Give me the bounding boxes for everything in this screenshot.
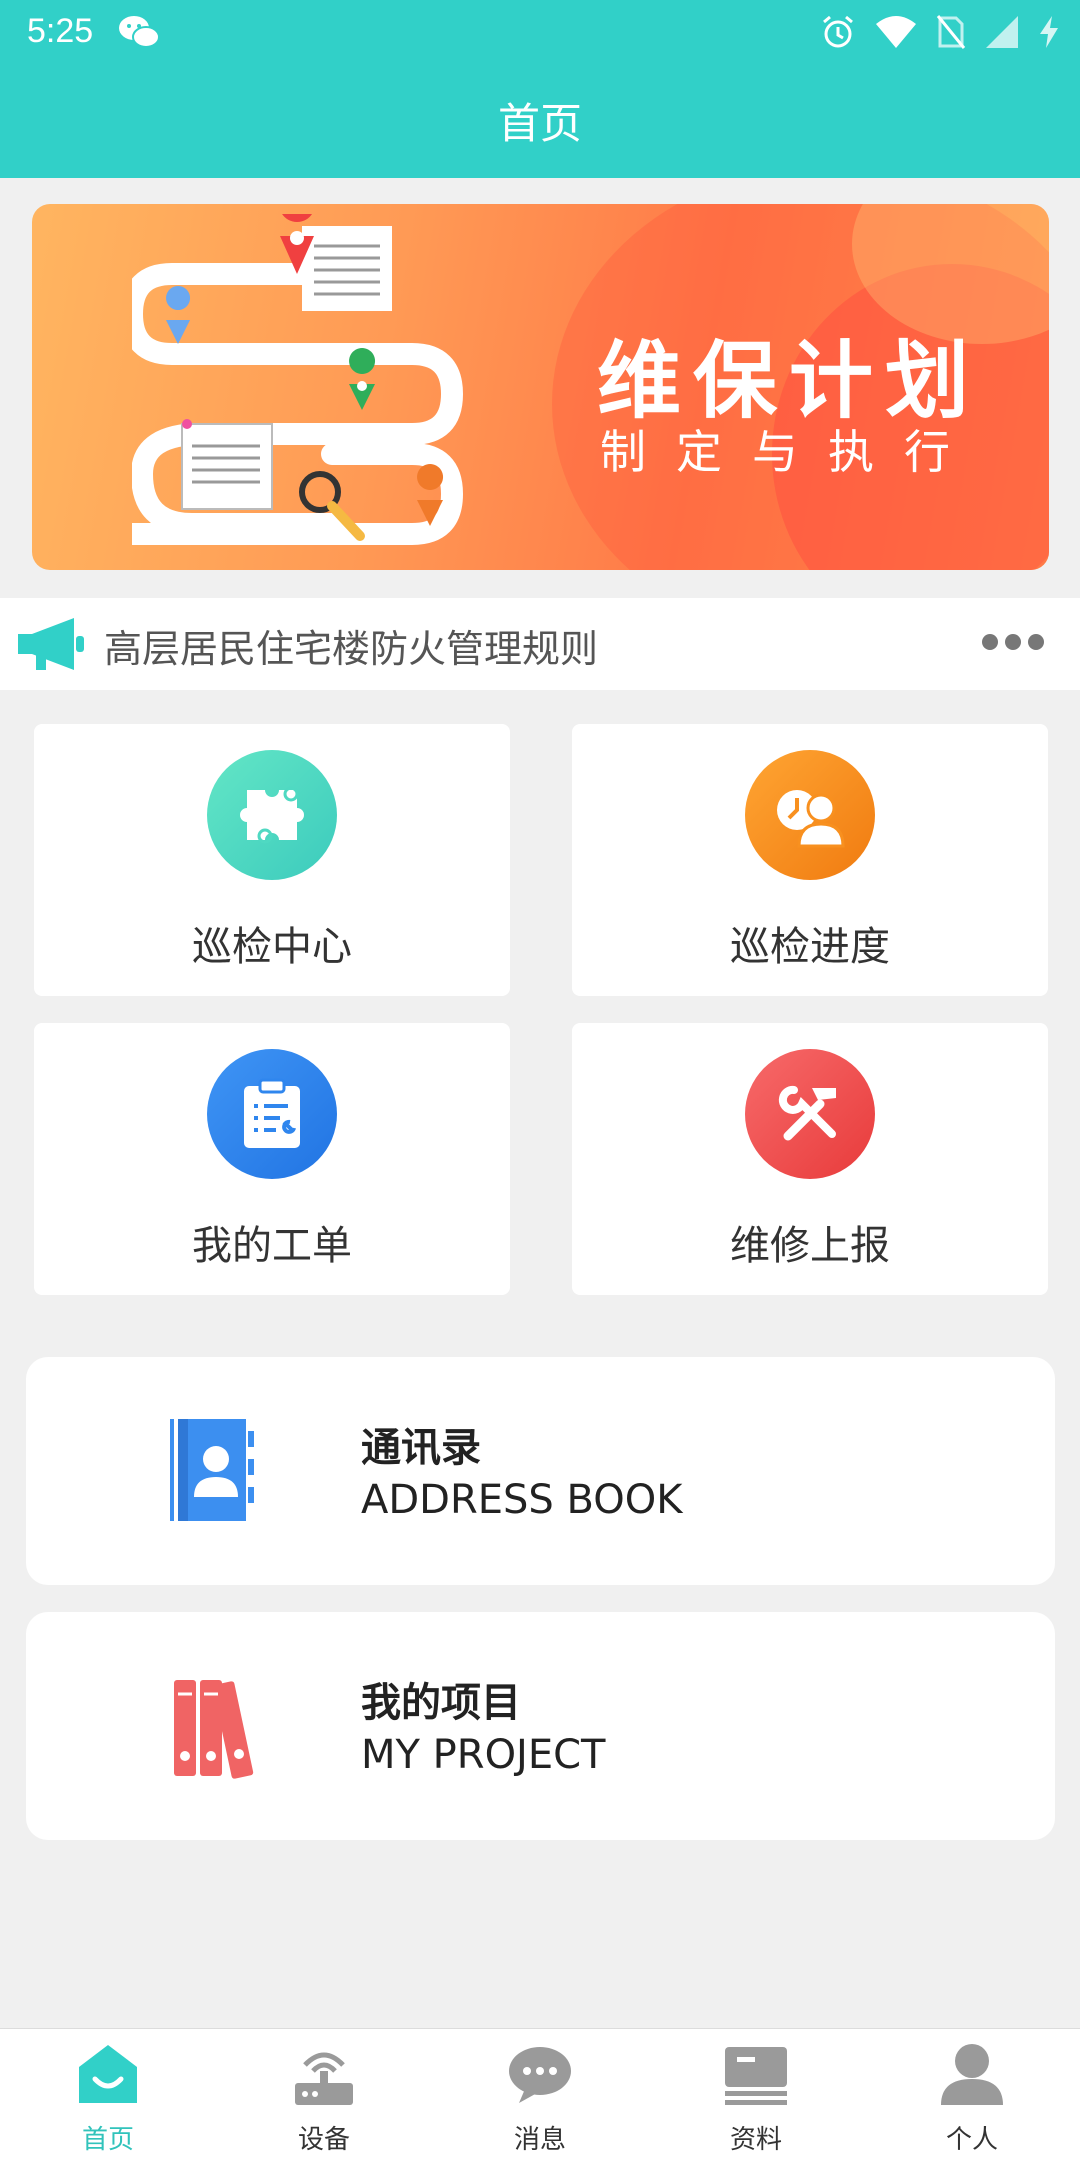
address-book-title: 通讯录 (361, 1425, 481, 1471)
megaphone-icon (18, 618, 84, 670)
tab-label: 个人 (945, 2125, 998, 2155)
status-time: 5:25 (27, 12, 94, 50)
home-icon (79, 2045, 137, 2103)
tab-profile[interactable]: 个人 (864, 2029, 1080, 2160)
device-icon (295, 2052, 353, 2105)
address-book-icon (170, 1419, 254, 1521)
banner-subtitle: 制定与执行 (600, 425, 980, 479)
puzzle-icon (207, 750, 337, 880)
status-icons (820, 12, 1060, 52)
alarm-icon (823, 15, 853, 48)
grid-item-label: 我的工单 (192, 1223, 352, 1269)
message-icon (509, 2047, 571, 2103)
notice-bar[interactable]: 高层居民住宅楼防火管理规则 (0, 598, 1080, 690)
grid-item-label: 巡检中心 (192, 924, 352, 970)
grid-item-label: 巡检进度 (730, 924, 890, 970)
clipboard-icon (207, 1049, 337, 1179)
more-icon[interactable] (982, 634, 1044, 650)
my-project-title: 我的项目 (361, 1680, 521, 1726)
person-progress-icon (745, 750, 875, 880)
tab-device[interactable]: 设备 (216, 2029, 432, 2160)
document-icon (725, 2047, 787, 2105)
address-book-card[interactable]: 通讯录 ADDRESS BOOK (26, 1357, 1055, 1585)
road-map-illustration (132, 214, 464, 545)
grid-item-inspection-progress[interactable]: 巡检进度 (572, 724, 1048, 996)
tab-label: 资料 (729, 2125, 782, 2155)
tab-documents[interactable]: 资料 (648, 2029, 864, 2160)
tab-label: 设备 (297, 2125, 350, 2155)
person-icon (941, 2044, 1003, 2105)
app-header: 5:25 首页 (0, 0, 1080, 178)
tools-icon (745, 1049, 875, 1179)
banner[interactable]: 维保计划 制定与执行 (32, 204, 1049, 570)
notice-text: 高层居民住宅楼防火管理规则 (104, 627, 599, 671)
grid-item-repair-report[interactable]: 维修上报 (572, 1023, 1048, 1295)
my-project-subtitle: MY PROJECT (361, 1732, 606, 1778)
grid-item-my-work-orders[interactable]: 我的工单 (34, 1023, 510, 1295)
status-bar: 5:25 (0, 0, 1080, 64)
wechat-icon (119, 16, 160, 48)
no-sim-icon (936, 15, 966, 49)
my-project-card[interactable]: 我的项目 MY PROJECT (26, 1612, 1055, 1840)
wifi-icon (876, 16, 916, 48)
grid-item-label: 维修上报 (730, 1223, 890, 1269)
tab-label: 首页 (81, 2125, 134, 2155)
signal-icon (986, 16, 1018, 48)
tab-home[interactable]: 首页 (0, 2029, 216, 2160)
charging-icon (1040, 16, 1058, 48)
grid-item-inspection-center[interactable]: 巡检中心 (34, 724, 510, 996)
tab-messages[interactable]: 消息 (432, 2029, 648, 2160)
tab-label: 消息 (513, 2125, 566, 2155)
bottom-tab-bar: 首页 设备 消息 资料 个人 (0, 2028, 1080, 2160)
binders-icon (174, 1680, 254, 1779)
address-book-subtitle: ADDRESS BOOK (361, 1477, 683, 1523)
page-title: 首页 (497, 99, 582, 148)
